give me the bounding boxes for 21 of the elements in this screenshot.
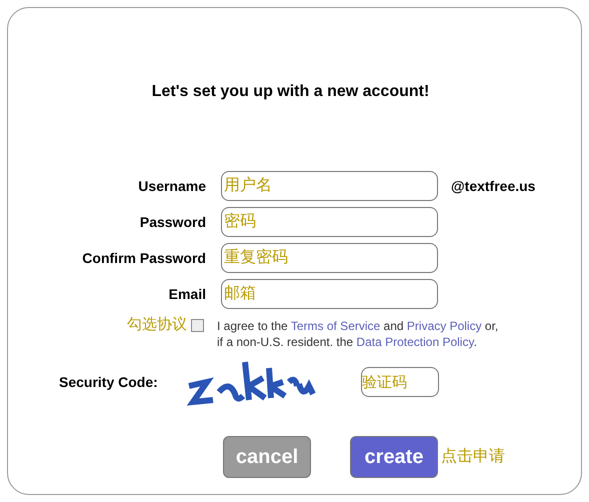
- input-field[interactable]: 用户名: [221, 171, 438, 201]
- policy-link[interactable]: Terms of Service: [290, 319, 380, 333]
- create-button[interactable]: create: [350, 436, 438, 478]
- input-field[interactable]: 密码: [221, 207, 438, 237]
- field-label: Password: [138, 212, 206, 232]
- security-code-label: Security Code:: [59, 372, 159, 392]
- captcha-field[interactable]: 验证码: [361, 367, 439, 397]
- page-title: Let's set you up with a new account!: [152, 82, 430, 102]
- annotation-text: 勾选协议: [127, 315, 187, 335]
- agreement-text: I agree to the Terms of Service and Privacy Policy or, if a non-U.S. resident. the Data Protection Policy.: [217, 318, 498, 350]
- input-field[interactable]: 邮箱: [221, 279, 438, 309]
- field-label: Confirm Password: [81, 248, 206, 268]
- annotation-text: 点击申请: [441, 446, 505, 467]
- field-label: Username: [137, 176, 206, 196]
- domain-suffix: @textfree.us: [451, 176, 536, 196]
- input-field[interactable]: 重复密码: [221, 243, 438, 273]
- agree-checkbox[interactable]: [191, 319, 204, 332]
- field-label: Email: [168, 284, 206, 304]
- policy-link[interactable]: Data Protection Policy: [356, 335, 474, 349]
- cancel-button[interactable]: cancel: [223, 436, 311, 478]
- policy-link[interactable]: Privacy Policy: [406, 319, 482, 333]
